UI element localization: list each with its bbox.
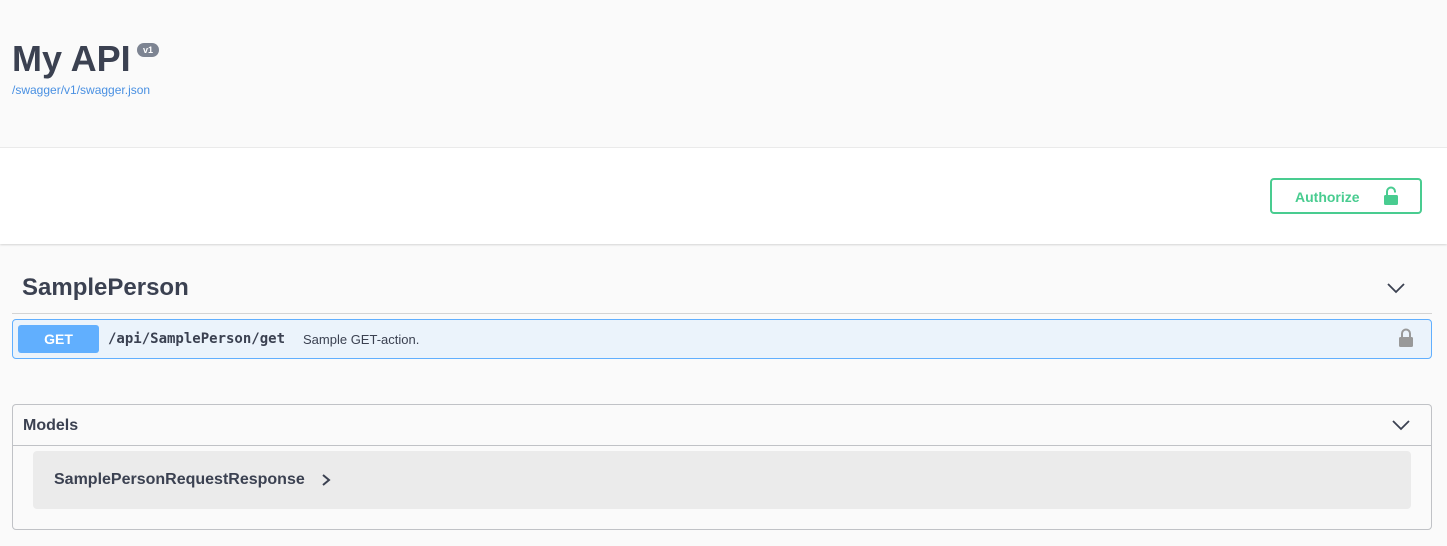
chevron-down-icon[interactable] [1391,415,1411,435]
version-badge: v1 [137,43,160,57]
tag-name: SamplePerson [22,274,189,301]
scheme-container: Authorize [0,148,1447,244]
http-method-badge: GET [18,325,99,353]
model-item[interactable]: SamplePersonRequestResponse [33,451,1411,509]
api-info-header: My API v1 /swagger/v1/swagger.json [0,0,1447,148]
authorize-button[interactable]: Authorize [1270,178,1422,214]
api-title: My API [12,38,131,79]
chevron-right-icon[interactable] [320,473,332,487]
operation-summary: Sample GET-action. [303,332,420,347]
swagger-json-link[interactable]: /swagger/v1/swagger.json [12,83,150,97]
authorize-label: Authorize [1295,189,1360,205]
models-header[interactable]: Models [13,405,1431,446]
chevron-down-icon[interactable] [1386,278,1406,298]
models-section: Models SamplePersonRequestResponse [12,404,1432,530]
lock-open-icon [1384,186,1398,205]
model-name: SamplePersonRequestResponse [54,471,305,488]
operation-get-sampleperson[interactable]: GET /api/SamplePerson/get Sample GET-act… [12,319,1432,359]
tag-section-sampleperson[interactable]: SamplePerson [12,262,1432,314]
lock-icon[interactable] [1398,328,1414,348]
models-title: Models [23,417,79,434]
operation-path: /api/SamplePerson/get [108,331,286,347]
